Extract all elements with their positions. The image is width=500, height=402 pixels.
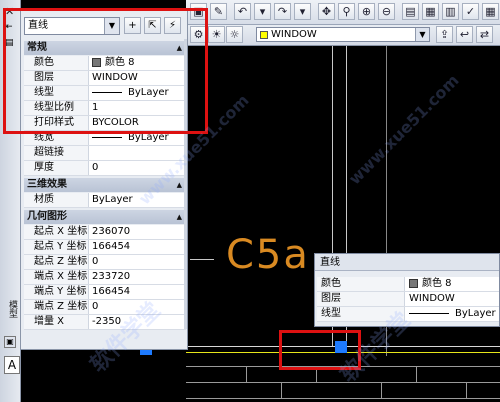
quick-prop-row-layer[interactable]: 图层 WINDOW <box>317 292 499 307</box>
prop-value: 233720 <box>92 271 131 282</box>
standard-toolbar: ▣ ✎ ↶ ▾ ↷ ▾ ✥ ⚲ ⊕ ⊖ ▤ ▦ ▥ ✓ ▦ <box>186 0 500 25</box>
quick-properties-panel: 直线 颜色 颜色 8 图层 WINDOW 线型 ByLayer <box>314 253 500 327</box>
layer-previous-icon[interactable]: ↩ <box>456 26 473 43</box>
palette-vertical-title: 模型 <box>7 300 17 318</box>
prop-row-end-z[interactable]: 端点 Z 坐标 0 <box>24 300 186 315</box>
zoom-window-icon[interactable]: ⊕ <box>358 3 375 20</box>
quick-prop-value: 颜色 8 <box>422 278 452 289</box>
prop-label: 端点 Z 坐标 <box>24 300 89 314</box>
section-geometry-header[interactable]: 几何图形 ▲ <box>24 210 186 224</box>
grip-point-small[interactable] <box>140 350 152 355</box>
brick-joint <box>466 382 467 398</box>
prop-label: 端点 Y 坐标 <box>24 285 89 299</box>
brick-line <box>186 382 500 383</box>
prop-label: 增量 X <box>24 315 89 329</box>
redo-dropdown-icon[interactable]: ▾ <box>294 3 311 20</box>
prop-value: 236070 <box>92 226 131 237</box>
prop-row-delta-x[interactable]: 增量 X -2350 <box>24 315 186 330</box>
prop-row-thickness[interactable]: 厚度 0 <box>24 161 186 176</box>
section-3d-title: 三维效果 <box>27 179 67 190</box>
prop-label: 起点 Y 坐标 <box>24 240 89 254</box>
zoom-previous-icon[interactable]: ⊖ <box>378 3 395 20</box>
drawing-canvas[interactable]: C5a <box>140 46 500 402</box>
text-style-letter: A <box>4 356 20 374</box>
zoom-realtime-icon[interactable]: ⚲ <box>338 3 355 20</box>
quick-prop-row-linetype[interactable]: 线型 ByLayer <box>317 307 499 322</box>
highlight-box-general <box>3 8 208 134</box>
redo-icon[interactable]: ↷ <box>274 3 291 20</box>
prop-value: ByLayer <box>92 194 133 205</box>
prop-row-material[interactable]: 材质 ByLayer <box>24 193 186 208</box>
brick-joint <box>416 366 417 382</box>
properties-icon[interactable]: ▤ <box>402 3 419 20</box>
undo-dropdown-icon[interactable]: ▾ <box>254 3 271 20</box>
quick-properties-title[interactable]: 直线 <box>315 254 499 271</box>
layer-match-icon[interactable]: ⇄ <box>476 26 493 43</box>
collapse-icon[interactable]: ▲ <box>177 210 182 224</box>
prop-label: 厚度 <box>24 161 89 175</box>
tool-palettes-icon[interactable]: ▥ <box>442 3 459 20</box>
quick-prop-row-color[interactable]: 颜色 颜色 8 <box>317 277 499 292</box>
prop-value: -2350 <box>92 316 122 327</box>
quick-prop-label: 图层 <box>317 292 405 306</box>
prop-row-end-x[interactable]: 端点 X 坐标 233720 <box>24 270 186 285</box>
markup-icon[interactable]: ✓ <box>462 3 479 20</box>
freeze-icon[interactable]: ☼ <box>226 26 243 43</box>
undo-icon[interactable]: ↶ <box>234 3 251 20</box>
quick-prop-label: 线型 <box>317 307 405 321</box>
quick-prop-label: 颜色 <box>317 277 405 291</box>
collapse-icon[interactable]: ▲ <box>177 178 182 192</box>
prop-label: 材质 <box>24 193 89 207</box>
layer-combo-value: WINDOW <box>271 29 317 40</box>
prop-row-hyperlink[interactable]: 超链接 <box>24 146 186 161</box>
prop-row-start-x[interactable]: 起点 X 坐标 236070 <box>24 225 186 240</box>
quick-prop-value: WINDOW <box>409 293 455 304</box>
prop-row-start-z[interactable]: 起点 Z 坐标 0 <box>24 255 186 270</box>
prop-label: 起点 X 坐标 <box>24 225 89 239</box>
brick-joint <box>281 382 282 398</box>
prop-row-end-y[interactable]: 端点 Y 坐标 166454 <box>24 285 186 300</box>
brick-line <box>186 398 500 399</box>
design-center-icon[interactable]: ▦ <box>422 3 439 20</box>
prop-value: 166454 <box>92 241 131 252</box>
section-3d-header[interactable]: 三维效果 ▲ <box>24 178 186 192</box>
highlight-box-grip <box>279 330 361 370</box>
layers-toolbar: ⚙ ☀ ☼ WINDOW ▼ ⇪ ↩ ⇄ <box>186 25 500 46</box>
color-swatch <box>409 278 418 288</box>
make-current-icon[interactable]: ⇪ <box>436 26 453 43</box>
model-tab-icon[interactable]: ▣ <box>4 336 16 348</box>
prop-label: 端点 X 坐标 <box>24 270 89 284</box>
prop-value: 0 <box>92 162 99 173</box>
prop-row-start-y[interactable]: 起点 Y 坐标 166454 <box>24 240 186 255</box>
linetype-sample <box>409 312 449 314</box>
layer-combo[interactable]: WINDOW ▼ <box>256 27 430 42</box>
prop-label: 起点 Z 坐标 <box>24 255 89 269</box>
prop-value: 166454 <box>92 286 131 297</box>
chevron-down-icon[interactable]: ▼ <box>415 28 429 41</box>
pan-icon[interactable]: ✥ <box>318 3 335 20</box>
leader-line <box>190 259 214 260</box>
prop-value: 0 <box>92 256 99 267</box>
section-geometry-title: 几何图形 <box>27 211 67 222</box>
brick-joint <box>246 366 247 382</box>
quick-prop-value: ByLayer <box>455 308 496 319</box>
layer-color-swatch <box>260 31 268 39</box>
calculator-icon[interactable]: ▦ <box>482 3 499 20</box>
match-properties-icon[interactable]: ✎ <box>210 3 227 20</box>
lineweight-sample <box>92 136 122 138</box>
prop-label: 超链接 <box>24 146 89 160</box>
prop-value: 0 <box>92 301 99 312</box>
bulb-icon[interactable]: ☀ <box>208 26 225 43</box>
brick-joint <box>381 382 382 398</box>
window-label-text[interactable]: C5a <box>226 232 310 278</box>
